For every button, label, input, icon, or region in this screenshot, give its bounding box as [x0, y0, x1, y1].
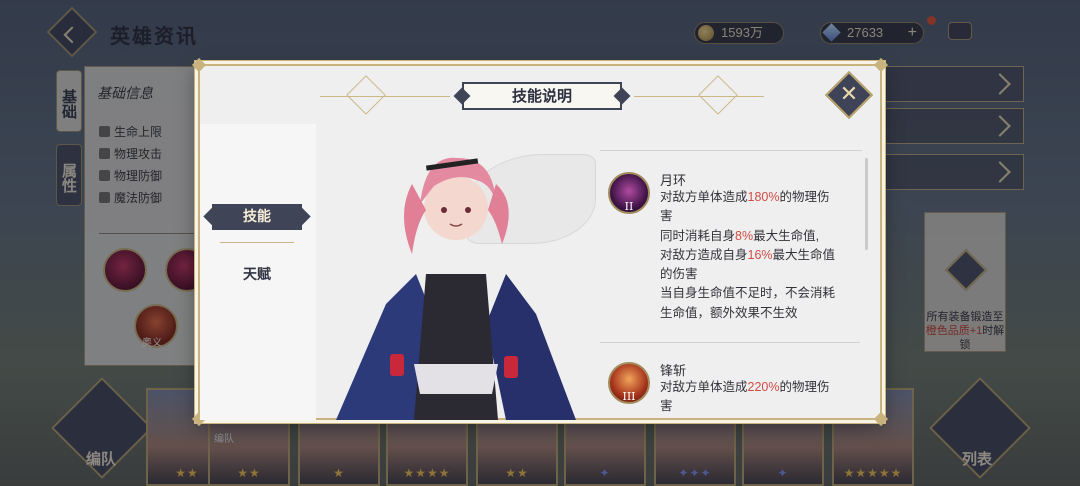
- dialog-side-nav: 技能 天赋: [200, 124, 316, 420]
- character-art: [336, 157, 576, 420]
- diamond-ornament: [698, 75, 738, 115]
- close-icon: ✕: [839, 82, 859, 107]
- tab-talent[interactable]: 天赋: [212, 262, 302, 288]
- dialog-header: 技能说明 ✕: [200, 66, 880, 124]
- close-button[interactable]: ✕: [824, 70, 874, 120]
- skill-description: 对敌方单体造成220%的物理伤 害: [660, 378, 856, 412]
- nav-divider: [220, 242, 294, 243]
- desc-line: 对敌方单体造成180%的物理伤: [660, 190, 830, 204]
- desc-line: 害: [660, 209, 673, 224]
- tab-skills[interactable]: 技能: [212, 204, 302, 230]
- desc-line: 害: [660, 399, 673, 412]
- skill-description-dialog: 技能说明 ✕ 技能 天赋 II 月环 对敌方单体造成180%的物理伤 害 同时消…: [191, 57, 889, 427]
- desc-line: 的伤害: [660, 267, 698, 282]
- scrollbar[interactable]: [865, 158, 868, 250]
- moon-ring-skill-icon: II: [608, 172, 650, 214]
- desc-line: 当自身生命值不足时，不会消耗: [660, 286, 836, 301]
- desc-line: 生命值，额外效果不生效: [660, 305, 798, 320]
- skill-name: 锋斩: [660, 363, 687, 378]
- skill-name: 月环: [660, 173, 687, 188]
- desc-line: 同时消耗自身8%最大生命值,: [660, 228, 820, 243]
- divider: [600, 150, 862, 151]
- divider: [600, 342, 860, 343]
- character-portrait: [316, 124, 600, 420]
- header-rule-left: [320, 96, 450, 97]
- skill-description: 对敌方单体造成180%的物理伤 害 同时消耗自身8%最大生命值, 对敌方造成自身…: [660, 188, 856, 323]
- desc-line: 对敌方造成自身16%最大生命值: [660, 247, 836, 262]
- dialog-title: 技能说明: [462, 82, 622, 110]
- blade-slash-skill-icon: III: [608, 362, 650, 404]
- diamond-ornament: [346, 75, 386, 115]
- desc-line: 对敌方单体造成220%的物理伤: [660, 380, 830, 394]
- skill-description-list[interactable]: II 月环 对敌方单体造成180%的物理伤 害 同时消耗自身8%最大生命值, 对…: [600, 150, 870, 412]
